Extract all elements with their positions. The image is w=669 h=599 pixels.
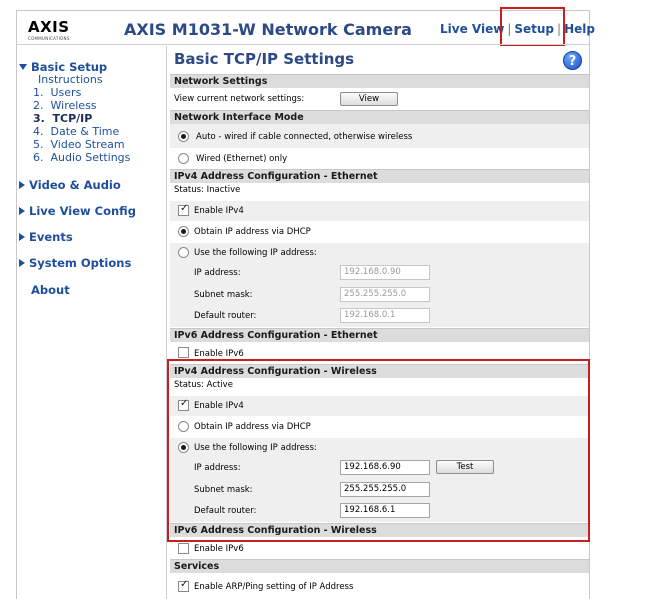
wl-enable-ipv4-row: Enable IPv4 [170, 396, 589, 416]
arp-ping-checkbox[interactable] [178, 579, 189, 592]
eth-enable-ipv6-checkbox[interactable] [178, 347, 189, 358]
setup-link[interactable]: Setup [514, 22, 554, 36]
eth-static-radio[interactable] [178, 247, 189, 258]
wl-dhcp-radio[interactable] [178, 421, 189, 432]
wl-ip-label: IP address: [194, 463, 241, 473]
eth-enable-ipv4-label: Enable IPv4 [194, 206, 244, 216]
wl-ip-field[interactable]: 192.168.6.90 [340, 460, 430, 475]
section-header-interface-mode: Network Interface Mode [170, 110, 589, 124]
section-header-services: Services [170, 559, 589, 573]
chevron-down-icon [19, 63, 27, 70]
nav-separator: | [557, 22, 562, 36]
arp-ping-label: Enable ARP/Ping setting of IP Address [194, 582, 354, 592]
main-content: Basic TCP/IP Settings ? Network Settings… [170, 46, 589, 599]
mode-wired-row: Wired (Ethernet) only [170, 148, 589, 170]
mode-auto-row: Auto - wired if cable connected, otherwi… [170, 124, 589, 148]
sidebar-about[interactable]: About [31, 283, 70, 297]
sidebar-item-wireless[interactable]: 2. Wireless [33, 99, 97, 112]
wl-router-label: Default router: [194, 506, 257, 516]
eth-dhcp-row: Obtain IP address via DHCP [170, 221, 589, 243]
section-header-ipv4-ethernet: IPv4 Address Configuration - Ethernet [170, 169, 589, 183]
wl-dhcp-row: Obtain IP address via DHCP [170, 416, 589, 438]
sidebar: Basic Setup Instructions 1. Users 2. Wir… [17, 46, 167, 599]
view-settings-label: View current network settings: [174, 94, 305, 104]
logo-subtext: COMMUNICATIONS [28, 36, 70, 41]
test-button[interactable]: Test [436, 460, 494, 474]
sidebar-item-instructions[interactable]: Instructions [38, 73, 103, 86]
sidebar-basic-setup[interactable]: Basic Setup [19, 60, 107, 74]
mode-wired-radio[interactable] [178, 153, 189, 164]
eth-enable-ipv6-label: Enable IPv6 [194, 349, 244, 359]
wl-enable-ipv4-checkbox[interactable] [178, 398, 189, 411]
wl-enable-ipv6-label: Enable IPv6 [194, 544, 244, 554]
sidebar-item-users[interactable]: 1. Users [33, 86, 81, 99]
top-nav: Live View | Setup | Help [440, 22, 595, 36]
arp-ping-row: Enable ARP/Ping setting of IP Address [170, 576, 589, 598]
header-divider [17, 44, 589, 45]
sidebar-system-options[interactable]: System Options [19, 256, 131, 270]
help-icon[interactable]: ? [563, 51, 582, 70]
wl-enable-ipv6-row: Enable IPv6 [170, 537, 589, 559]
wl-dhcp-label: Obtain IP address via DHCP [194, 422, 311, 432]
sidebar-events[interactable]: Events [19, 230, 73, 244]
eth-ip-field[interactable]: 192.168.0.90 [340, 265, 430, 280]
wl-mask-field[interactable]: 255.255.255.0 [340, 482, 430, 497]
help-link[interactable]: Help [564, 22, 595, 36]
eth-enable-ipv4-row: Enable IPv4 [170, 201, 589, 221]
sidebar-video-audio[interactable]: Video & Audio [19, 178, 121, 192]
mode-auto-label: Auto - wired if cable connected, otherwi… [196, 132, 413, 142]
mode-auto-radio[interactable] [178, 131, 189, 142]
eth-dhcp-radio[interactable] [178, 226, 189, 237]
sidebar-live-view-config[interactable]: Live View Config [19, 204, 136, 218]
section-header-ipv6-wireless: IPv6 Address Configuration - Wireless [170, 523, 589, 537]
axis-logo: AXIS COMMUNICATIONS [28, 18, 88, 42]
eth-static-group: Use the following IP address: IP address… [170, 243, 589, 327]
sidebar-item-video-stream[interactable]: 5. Video Stream [33, 138, 125, 151]
chevron-right-icon [19, 180, 25, 189]
wl-router-field[interactable]: 192.168.6.1 [340, 503, 430, 518]
wireless-status: Status: Active [174, 380, 233, 390]
sidebar-item-tcpip[interactable]: 3. TCP/IP [33, 112, 92, 125]
chevron-right-icon [19, 206, 25, 215]
eth-dhcp-label: Obtain IP address via DHCP [194, 227, 311, 237]
eth-ip-label: IP address: [194, 268, 241, 278]
network-settings-row: View current network settings: View [170, 88, 589, 107]
section-header-network-settings: Network Settings [170, 74, 589, 88]
eth-router-field[interactable]: 192.168.0.1 [340, 308, 430, 323]
wl-enable-ipv6-checkbox[interactable] [178, 543, 189, 554]
wl-static-label: Use the following IP address: [194, 443, 317, 453]
eth-enable-ipv4-checkbox[interactable] [178, 203, 189, 216]
sidebar-item-date-time[interactable]: 4. Date & Time [33, 125, 119, 138]
wl-mask-label: Subnet mask: [194, 485, 253, 495]
chevron-right-icon [19, 232, 25, 241]
wl-static-group: Use the following IP address: IP address… [170, 438, 589, 522]
section-header-ipv6-ethernet: IPv6 Address Configuration - Ethernet [170, 328, 589, 342]
eth-mask-label: Subnet mask: [194, 290, 253, 300]
mode-wired-label: Wired (Ethernet) only [196, 154, 288, 164]
live-view-link[interactable]: Live View [440, 22, 504, 36]
view-button[interactable]: View [340, 92, 398, 106]
eth-enable-ipv6-row: Enable IPv6 [170, 342, 589, 359]
eth-mask-field[interactable]: 255.255.255.0 [340, 287, 430, 302]
eth-router-label: Default router: [194, 311, 257, 321]
wl-static-radio[interactable] [178, 442, 189, 453]
wl-enable-ipv4-label: Enable IPv4 [194, 401, 244, 411]
eth-static-label: Use the following IP address: [194, 248, 317, 258]
section-header-ipv4-wireless: IPv4 Address Configuration - Wireless [170, 364, 589, 378]
nav-separator: | [507, 22, 512, 36]
sidebar-item-audio-settings[interactable]: 6. Audio Settings [33, 151, 130, 164]
camera-title: AXIS M1031-W Network Camera [124, 20, 412, 39]
page-title: Basic TCP/IP Settings [174, 50, 355, 68]
chevron-right-icon [19, 258, 25, 267]
ethernet-status: Status: Inactive [174, 185, 241, 195]
logo-word: AXIS [28, 18, 70, 36]
